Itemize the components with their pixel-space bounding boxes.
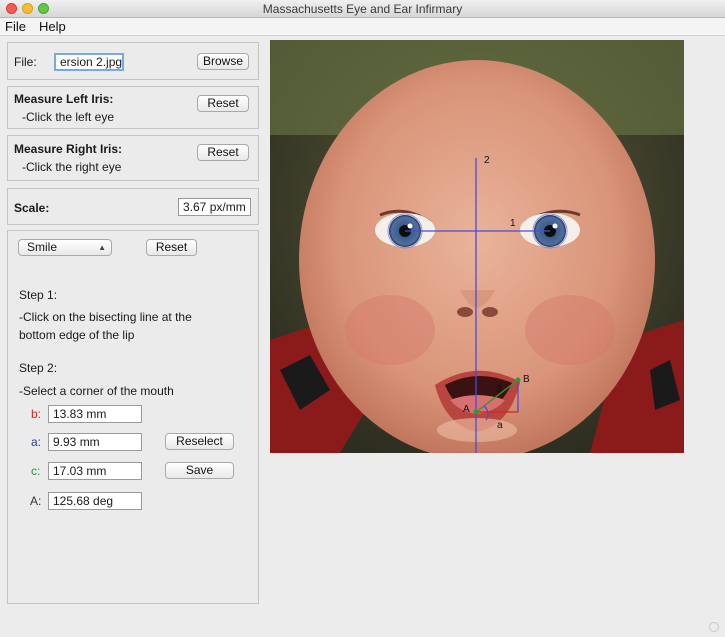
smile-panel: Smile ▲ Reset Step 1: -Click on the bise… xyxy=(7,230,259,604)
point-a-marker xyxy=(473,409,479,415)
browse-button[interactable]: Browse xyxy=(197,53,249,70)
step2-title: Step 2: xyxy=(19,361,58,375)
left-iris-panel: Measure Left Iris: -Click the left eye R… xyxy=(7,86,259,129)
updown-arrows-icon: ▲ xyxy=(98,243,106,252)
measurement-mode-value: Smile xyxy=(27,240,58,254)
left-iris-instruction: -Click the left eye xyxy=(22,110,115,124)
step1-title: Step 1: xyxy=(19,288,58,302)
photo-canvas[interactable]: 2 1 3 A B a xyxy=(270,40,684,453)
scale-panel: Scale: 3.67 px/mm xyxy=(7,188,259,225)
left-iris-reset-button[interactable]: Reset xyxy=(197,95,249,112)
right-iris-panel: Measure Right Iris: -Click the right eye… xyxy=(7,135,259,181)
menu-bar: File Help xyxy=(0,18,725,36)
left-iris-title: Measure Left Iris: xyxy=(14,92,114,106)
scale-label: Scale: xyxy=(14,201,50,215)
save-button[interactable]: Save xyxy=(165,462,234,479)
resize-grip-icon[interactable] xyxy=(709,622,719,632)
point-b-marker xyxy=(515,377,521,383)
measurement-a-label: a: xyxy=(31,435,42,449)
horizontal-line-label: 1 xyxy=(510,218,516,229)
vertical-line-label: 2 xyxy=(484,155,490,166)
point-a-label: A xyxy=(463,404,470,415)
scale-value-field: 3.67 px/mm xyxy=(178,198,251,216)
menu-file[interactable]: File xyxy=(5,19,26,34)
measurement-angle-field: 125.68 deg xyxy=(48,492,142,510)
right-iris-instruction: -Click the right eye xyxy=(22,160,122,174)
step2-instruction: -Select a corner of the mouth xyxy=(19,384,174,398)
title-bar: Massachusetts Eye and Ear Infirmary xyxy=(0,0,725,18)
step1-instruction-line2: bottom edge of the lip xyxy=(19,328,135,342)
smile-reset-button[interactable]: Reset xyxy=(146,239,197,256)
file-panel: File: ersion 2.jpg Browse xyxy=(7,42,259,80)
angle-arc xyxy=(483,405,489,421)
measurement-mode-select[interactable]: Smile ▲ xyxy=(18,239,112,256)
measurement-overlay: 2 1 3 A B a xyxy=(405,155,550,453)
right-iris-title: Measure Right Iris: xyxy=(14,142,123,156)
measurement-a-field: 9.93 mm xyxy=(48,433,142,451)
point-b-label: B xyxy=(523,374,530,385)
step1-instruction-line1: -Click on the bisecting line at the xyxy=(19,310,192,324)
reselect-button[interactable]: Reselect xyxy=(165,433,234,450)
measurement-b-field: 13.83 mm xyxy=(48,405,142,423)
window-title: Massachusetts Eye and Ear Infirmary xyxy=(262,2,463,16)
measurement-c-field: 17.03 mm xyxy=(48,462,142,480)
right-iris-reset-button[interactable]: Reset xyxy=(197,144,249,161)
segment-label: 3 xyxy=(496,384,502,395)
measurement-angle-label: A: xyxy=(30,494,42,508)
measurement-c-label: c: xyxy=(31,464,41,478)
measurement-b-label: b: xyxy=(31,407,42,421)
menu-help[interactable]: Help xyxy=(39,19,66,34)
file-name-field[interactable]: ersion 2.jpg xyxy=(54,53,124,71)
angle-label: a xyxy=(497,420,503,431)
file-label: File: xyxy=(14,55,37,69)
